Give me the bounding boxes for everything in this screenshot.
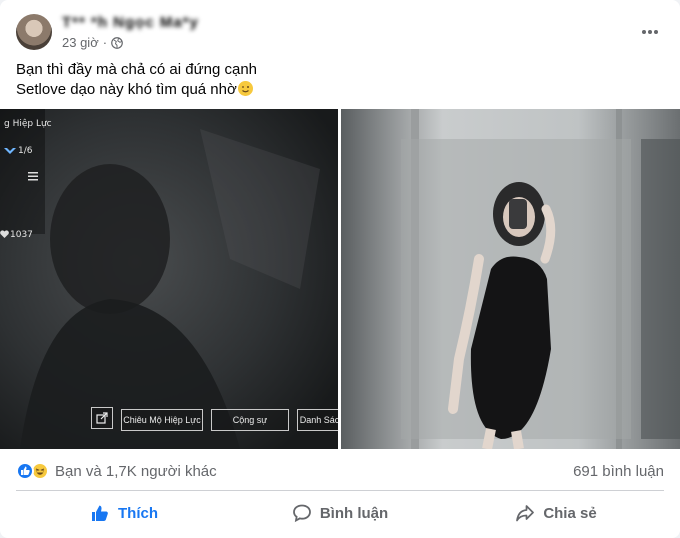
comment-count[interactable]: 691 bình luận (573, 463, 664, 480)
share-label: Chia sẻ (543, 504, 597, 522)
divider (16, 490, 664, 491)
recruit-button[interactable]: Chiêu Mộ Hiệp Lực (121, 409, 203, 431)
post-subline: 23 giờ · (62, 35, 199, 50)
comment-icon (292, 504, 311, 523)
caption-line-2: Setlove dạo này khó tìm quá nhờ (16, 80, 664, 100)
game-likes-count: 1037 (10, 230, 33, 240)
action-bar: Thích Bình luận Chia sẻ (16, 494, 664, 532)
share-icon (516, 505, 535, 522)
wink-emoji-icon (237, 81, 253, 96)
globe-icon[interactable] (111, 36, 123, 49)
list-icon[interactable] (28, 171, 38, 181)
caption-line-2-text: Setlove dạo này khó tìm quá nhờ (16, 81, 237, 98)
comment-button[interactable]: Bình luận (232, 494, 448, 532)
post-time[interactable]: 23 giờ (62, 35, 99, 50)
game-slots-count: 1/6 (18, 146, 33, 156)
post-header: T** *h Ngọc Ma*y 23 giờ · (16, 12, 664, 52)
more-options-button[interactable] (636, 18, 664, 46)
share-button[interactable]: Chia sẻ (448, 494, 664, 532)
game-panel-title: g Hiệp Lực (4, 119, 52, 129)
dot-separator: · (102, 35, 108, 50)
post-meta: T** *h Ngọc Ma*y 23 giờ · (62, 14, 199, 50)
photo-collage: g Hiệp Lực 1/6 1037 Chiêu Mộ Hiệp Lực Cộ… (0, 109, 680, 449)
team-icon (4, 148, 16, 154)
more-horizontal-icon (642, 30, 658, 34)
reactions-bar: Bạn và 1,7K người khác 691 bình luận (16, 458, 664, 484)
caption-line-1: Bạn thì đầy mà chả có ai đứng cạnh (16, 61, 258, 78)
game-screenshot-image (0, 109, 338, 449)
mirror-selfie-image (341, 109, 680, 449)
post-caption: Bạn thì đầy mà chả có ai đứng cạnh Setlo… (16, 60, 664, 100)
external-link-icon (96, 412, 108, 424)
game-screenshot-photo[interactable]: g Hiệp Lực 1/6 1037 Chiêu Mộ Hiệp Lực Cộ… (0, 109, 338, 449)
thumbs-up-icon (92, 505, 108, 521)
partner-button[interactable]: Cộng sự (211, 409, 289, 431)
comment-label: Bình luận (319, 504, 389, 522)
author-name[interactable]: T** *h Ngọc Ma*y (62, 14, 199, 33)
avatar[interactable] (16, 14, 52, 50)
share-out-button[interactable] (91, 407, 113, 429)
heart-icon (0, 230, 9, 238)
like-button[interactable]: Thích (16, 494, 232, 532)
like-icon (16, 462, 34, 480)
post-card: T** *h Ngọc Ma*y 23 giờ · Bạn thì đầy mà… (0, 0, 680, 538)
list-tab-button[interactable]: Danh Sác (297, 409, 338, 431)
like-label: Thích (118, 504, 158, 522)
reaction-icons (16, 462, 49, 480)
mirror-selfie-photo[interactable] (341, 109, 680, 449)
reaction-summary[interactable]: Bạn và 1,7K người khác (16, 462, 217, 480)
reaction-count-text[interactable]: Bạn và 1,7K người khác (55, 463, 217, 480)
